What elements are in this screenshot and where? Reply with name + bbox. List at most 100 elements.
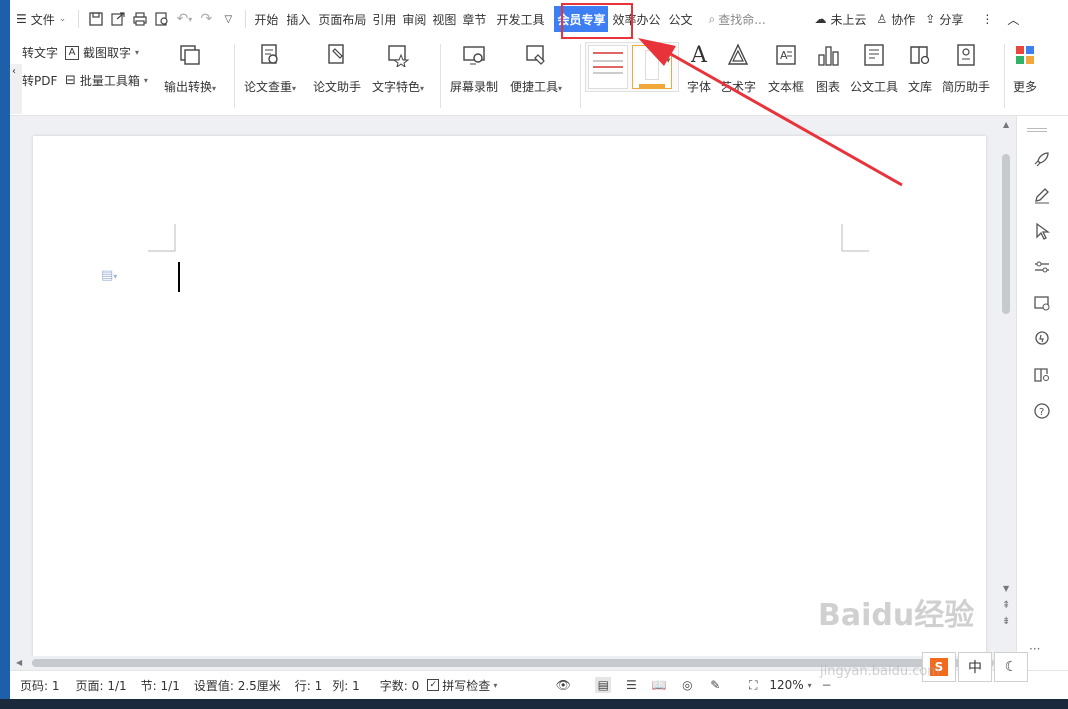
thesis-helper-label: 论文助手: [313, 80, 362, 94]
section-count[interactable]: 节: 1/1: [141, 677, 180, 694]
vertical-scrollbar[interactable]: ▲ ▼ ⇞ ⇟: [998, 116, 1016, 656]
right-sidebar: ? ···: [1016, 116, 1068, 670]
to-text-button[interactable]: 转文字: [22, 44, 58, 61]
tab-developer[interactable]: 开发工具: [494, 6, 546, 32]
redo-icon[interactable]: ↷: [195, 6, 217, 32]
tab-view[interactable]: 视图: [430, 6, 458, 32]
cloud-button[interactable]: ☁ 未上云: [815, 11, 867, 28]
tab-member[interactable]: 会员专享: [554, 6, 609, 32]
template-thumb-selected[interactable]: [632, 45, 672, 89]
page-count[interactable]: 页面: 1/1: [76, 677, 127, 694]
chart-icon: [815, 42, 841, 68]
collapse-icon[interactable]: ︿: [1007, 11, 1019, 28]
page-code[interactable]: 页码: 1: [20, 677, 60, 694]
scroll-left-icon[interactable]: ◀: [16, 658, 22, 667]
customize-icon[interactable]: ▽: [217, 6, 239, 32]
book-search-icon[interactable]: [1029, 362, 1055, 388]
help-icon[interactable]: ?: [1029, 398, 1055, 424]
resume-helper-label: 简历助手: [942, 80, 991, 94]
ime-mode-button[interactable]: 中: [958, 652, 992, 682]
tab-start[interactable]: 开始: [252, 6, 280, 32]
chart-button[interactable]: 图表: [815, 42, 841, 95]
ribbon: ‹ 转文字 转PDF A 截图取字 ▾ ⊟ 批量工具箱 ▾ 输出转换▾ 论文查重…: [10, 38, 1068, 116]
more-icon[interactable]: ⋮: [981, 12, 993, 26]
more-label: 更多: [1012, 80, 1037, 94]
zoom-dropdown-icon[interactable]: ▾: [808, 681, 812, 690]
export-icon[interactable]: [107, 6, 129, 32]
row-number[interactable]: 行: 1: [295, 677, 323, 694]
document-page[interactable]: ▤▾: [33, 136, 986, 666]
collab-button[interactable]: ♙ 协作: [877, 11, 916, 28]
undo-icon[interactable]: ↶ ▾: [173, 6, 195, 32]
page-view-icon[interactable]: ▤: [595, 677, 612, 693]
outline-view-icon[interactable]: ☰: [623, 677, 639, 693]
moon-icon[interactable]: ☾: [994, 652, 1028, 682]
word-count[interactable]: 字数: 0: [380, 677, 420, 694]
svg-text:?: ?: [1039, 407, 1044, 418]
quick-tools-button[interactable]: 便捷工具▾: [510, 42, 562, 95]
horizontal-scroll-thumb[interactable]: [32, 659, 994, 667]
horizontal-scrollbar[interactable]: ◀ ▶: [10, 656, 1016, 670]
read-view-icon[interactable]: 📖: [651, 677, 667, 693]
share-button[interactable]: ⇪ 分享: [925, 11, 963, 28]
tab-efficiency[interactable]: 效率办公: [610, 6, 662, 32]
spellcheck-button[interactable]: ✓ 拼写检查 ▾: [427, 677, 497, 694]
thesis-check-button[interactable]: 论文查重▾: [244, 42, 296, 95]
print-icon[interactable]: [129, 6, 151, 32]
setting-value[interactable]: 设置值: 2.5厘米: [194, 677, 281, 694]
pointer-icon[interactable]: [1029, 218, 1055, 244]
margin-corner-top-left: [148, 224, 176, 252]
library-button[interactable]: 文库: [907, 42, 933, 95]
web-view-icon[interactable]: ◎: [679, 677, 695, 693]
output-convert-button[interactable]: 输出转换▾: [164, 42, 216, 95]
paragraph-icon[interactable]: ▤▾: [101, 268, 117, 283]
ime-logo-icon[interactable]: S: [922, 652, 956, 682]
textbox-button[interactable]: A 文本框: [768, 42, 804, 95]
eye-icon[interactable]: 👁: [555, 677, 571, 693]
screen-record-button[interactable]: 屏幕录制: [450, 42, 498, 95]
tab-reference[interactable]: 引用: [370, 6, 398, 32]
bulb-icon[interactable]: [1029, 326, 1055, 352]
official-tools-button[interactable]: 公文工具: [850, 42, 898, 95]
column-number[interactable]: 列: 1: [332, 677, 360, 694]
art-text-icon: [725, 42, 751, 68]
margin-corner-top-right: [841, 224, 869, 252]
textbox-icon: A: [773, 42, 799, 68]
sliders-icon[interactable]: [1029, 254, 1055, 280]
batch-toolbox-button[interactable]: ⊟ 批量工具箱 ▾: [65, 72, 148, 89]
thesis-helper-button[interactable]: 论文助手: [313, 42, 361, 95]
resume-helper-button[interactable]: 简历助手: [942, 42, 990, 95]
tab-official-doc[interactable]: 公文: [666, 6, 694, 32]
text-feature-button[interactable]: 文字特色▾: [372, 42, 424, 95]
scroll-down-icon[interactable]: ▼: [1003, 584, 1009, 593]
zoom-out-icon[interactable]: −: [822, 678, 832, 692]
to-pdf-button[interactable]: 转PDF: [22, 72, 57, 89]
tab-chapter[interactable]: 章节: [460, 6, 488, 32]
tab-insert[interactable]: 插入: [284, 6, 312, 32]
vertical-scroll-thumb[interactable]: [1002, 154, 1010, 314]
pen-icon[interactable]: [1029, 182, 1055, 208]
preview-icon[interactable]: [151, 6, 173, 32]
rocket-icon[interactable]: [1029, 146, 1055, 172]
template-thumb[interactable]: [588, 45, 628, 89]
screenshot-text-button[interactable]: A 截图取字 ▾: [65, 44, 139, 61]
gallery-expand[interactable]: ▾: [666, 56, 671, 66]
write-view-icon[interactable]: ✎: [707, 677, 723, 693]
scroll-up-icon[interactable]: ▲: [1003, 120, 1009, 129]
command-search[interactable]: ⌕ 查找命...: [709, 11, 805, 28]
tab-page-layout[interactable]: 页面布局: [316, 6, 368, 32]
save-icon[interactable]: [85, 6, 107, 32]
fit-page-icon[interactable]: ⛶: [745, 677, 761, 693]
template-gallery[interactable]: [585, 42, 679, 92]
next-page-icon[interactable]: ⇟: [1002, 616, 1010, 627]
zoom-level[interactable]: 120%: [769, 678, 803, 692]
tab-review[interactable]: 审阅: [400, 6, 428, 32]
ribbon-scroll-left[interactable]: ‹: [10, 64, 22, 114]
font-button[interactable]: A 字体: [686, 42, 712, 95]
search-icon: ⌕: [708, 11, 716, 26]
prev-page-icon[interactable]: ⇞: [1002, 600, 1010, 611]
art-text-button[interactable]: 艺术字: [720, 42, 756, 95]
image-icon[interactable]: [1029, 290, 1055, 316]
file-menu-button[interactable]: ☰ 文件 ⌄: [10, 6, 72, 32]
more-button[interactable]: 更多: [1012, 42, 1038, 95]
